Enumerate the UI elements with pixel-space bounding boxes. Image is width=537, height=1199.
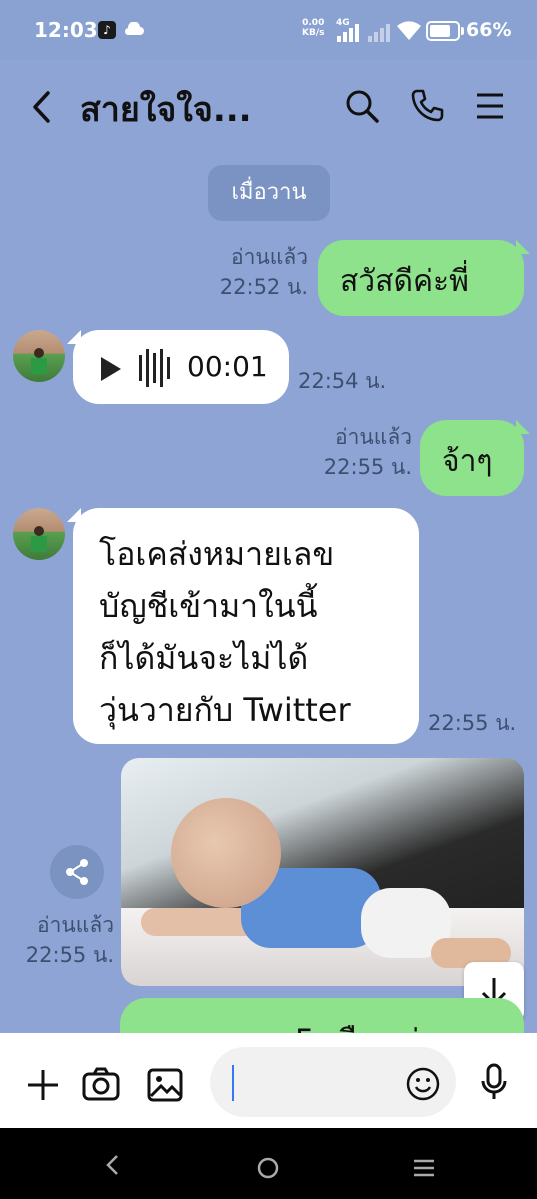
battery-cap — [461, 27, 464, 35]
message-bubble-theirs[interactable]: โอเคส่งหมายเลข บัญชีเข้ามาในนี้ ก็ได้มัน… — [67, 508, 419, 744]
message-input[interactable] — [210, 1047, 456, 1117]
date-divider: เมื่อวาน — [208, 165, 330, 221]
message-time: 22:52 น. — [219, 275, 308, 299]
cloud-icon — [125, 22, 144, 36]
status-time: 12:03 — [34, 18, 98, 42]
menu-icon[interactable] — [475, 92, 505, 120]
signal-icon — [337, 24, 359, 42]
message-time: 22:55 น. — [25, 943, 114, 967]
signal-2-icon — [368, 24, 390, 42]
message-time: 22:55 น. — [428, 711, 517, 735]
message-meta: อ่านแล้ว 22:52 น. — [200, 242, 308, 302]
back-icon[interactable] — [30, 90, 54, 124]
message-meta: อ่านแล้ว 22:55 น. — [6, 910, 114, 970]
share-icon — [66, 859, 88, 885]
system-nav-bar — [0, 1128, 537, 1199]
net-speed-unit: KB/s — [302, 28, 325, 38]
text-caret — [232, 1065, 234, 1101]
net-speed: 0.00 KB/s — [302, 18, 324, 38]
wifi-icon — [397, 21, 421, 40]
chat-header: สายใจใจ... — [0, 60, 537, 155]
mic-icon[interactable] — [480, 1063, 508, 1101]
message-line: ก็ได้มันจะไม่ได้ — [99, 639, 309, 677]
message-bubble-mine[interactable]: สวัสดีค่ะพี่ — [318, 240, 530, 316]
read-receipt: อ่านแล้ว — [37, 913, 114, 937]
message-meta: อ่านแล้ว 22:55 น. — [304, 422, 412, 482]
emoji-icon[interactable] — [406, 1067, 440, 1101]
share-button[interactable] — [50, 845, 104, 899]
nav-back-icon[interactable] — [105, 1154, 119, 1176]
camera-icon[interactable] — [82, 1067, 120, 1101]
message-time: 22:55 น. — [323, 455, 412, 479]
message-line: โอเคส่งหมายเลข — [99, 535, 335, 573]
battery-icon — [426, 21, 460, 41]
tiktok-icon: ♪ — [98, 21, 116, 39]
message-bubble-mine[interactable]: จ้าๆ — [420, 420, 530, 496]
input-bar — [0, 1033, 537, 1128]
phone-icon[interactable] — [409, 88, 445, 124]
image-icon[interactable] — [147, 1068, 183, 1102]
voice-message-bubble[interactable]: 00:01 — [67, 330, 289, 404]
message-line: วุ่นวายกับ Twitter — [99, 691, 351, 729]
waveform-icon — [139, 349, 170, 387]
nav-recent-icon[interactable] — [413, 1159, 435, 1177]
message-text: โอเคส่งหมายเลข บัญชีเข้ามาในนี้ ก็ได้มัน… — [99, 528, 351, 736]
message-line: บัญชีเข้ามาในนี้ — [99, 587, 318, 625]
battery-percent: 66% — [466, 19, 512, 41]
avatar[interactable] — [13, 330, 65, 382]
message-text: สวัสดีค่ะพี่ — [340, 264, 469, 299]
read-receipt: อ่านแล้ว — [231, 245, 308, 269]
net-speed-value: 0.00 — [302, 18, 325, 28]
plus-icon[interactable] — [26, 1068, 60, 1102]
nav-home-icon[interactable] — [256, 1156, 280, 1180]
play-icon[interactable] — [101, 357, 121, 381]
message-time: 22:54 น. — [298, 369, 387, 393]
avatar[interactable] — [13, 508, 65, 560]
photo-message[interactable] — [121, 758, 524, 986]
status-bar: 12:03 ♪ 0.00 KB/s 4G 66% — [0, 0, 537, 60]
search-icon[interactable] — [344, 88, 380, 124]
voice-duration: 00:01 — [187, 350, 268, 383]
chat-title[interactable]: สายใจใจ... — [80, 82, 252, 136]
message-text: จ้าๆ — [442, 444, 493, 479]
read-receipt: อ่านแล้ว — [335, 425, 412, 449]
